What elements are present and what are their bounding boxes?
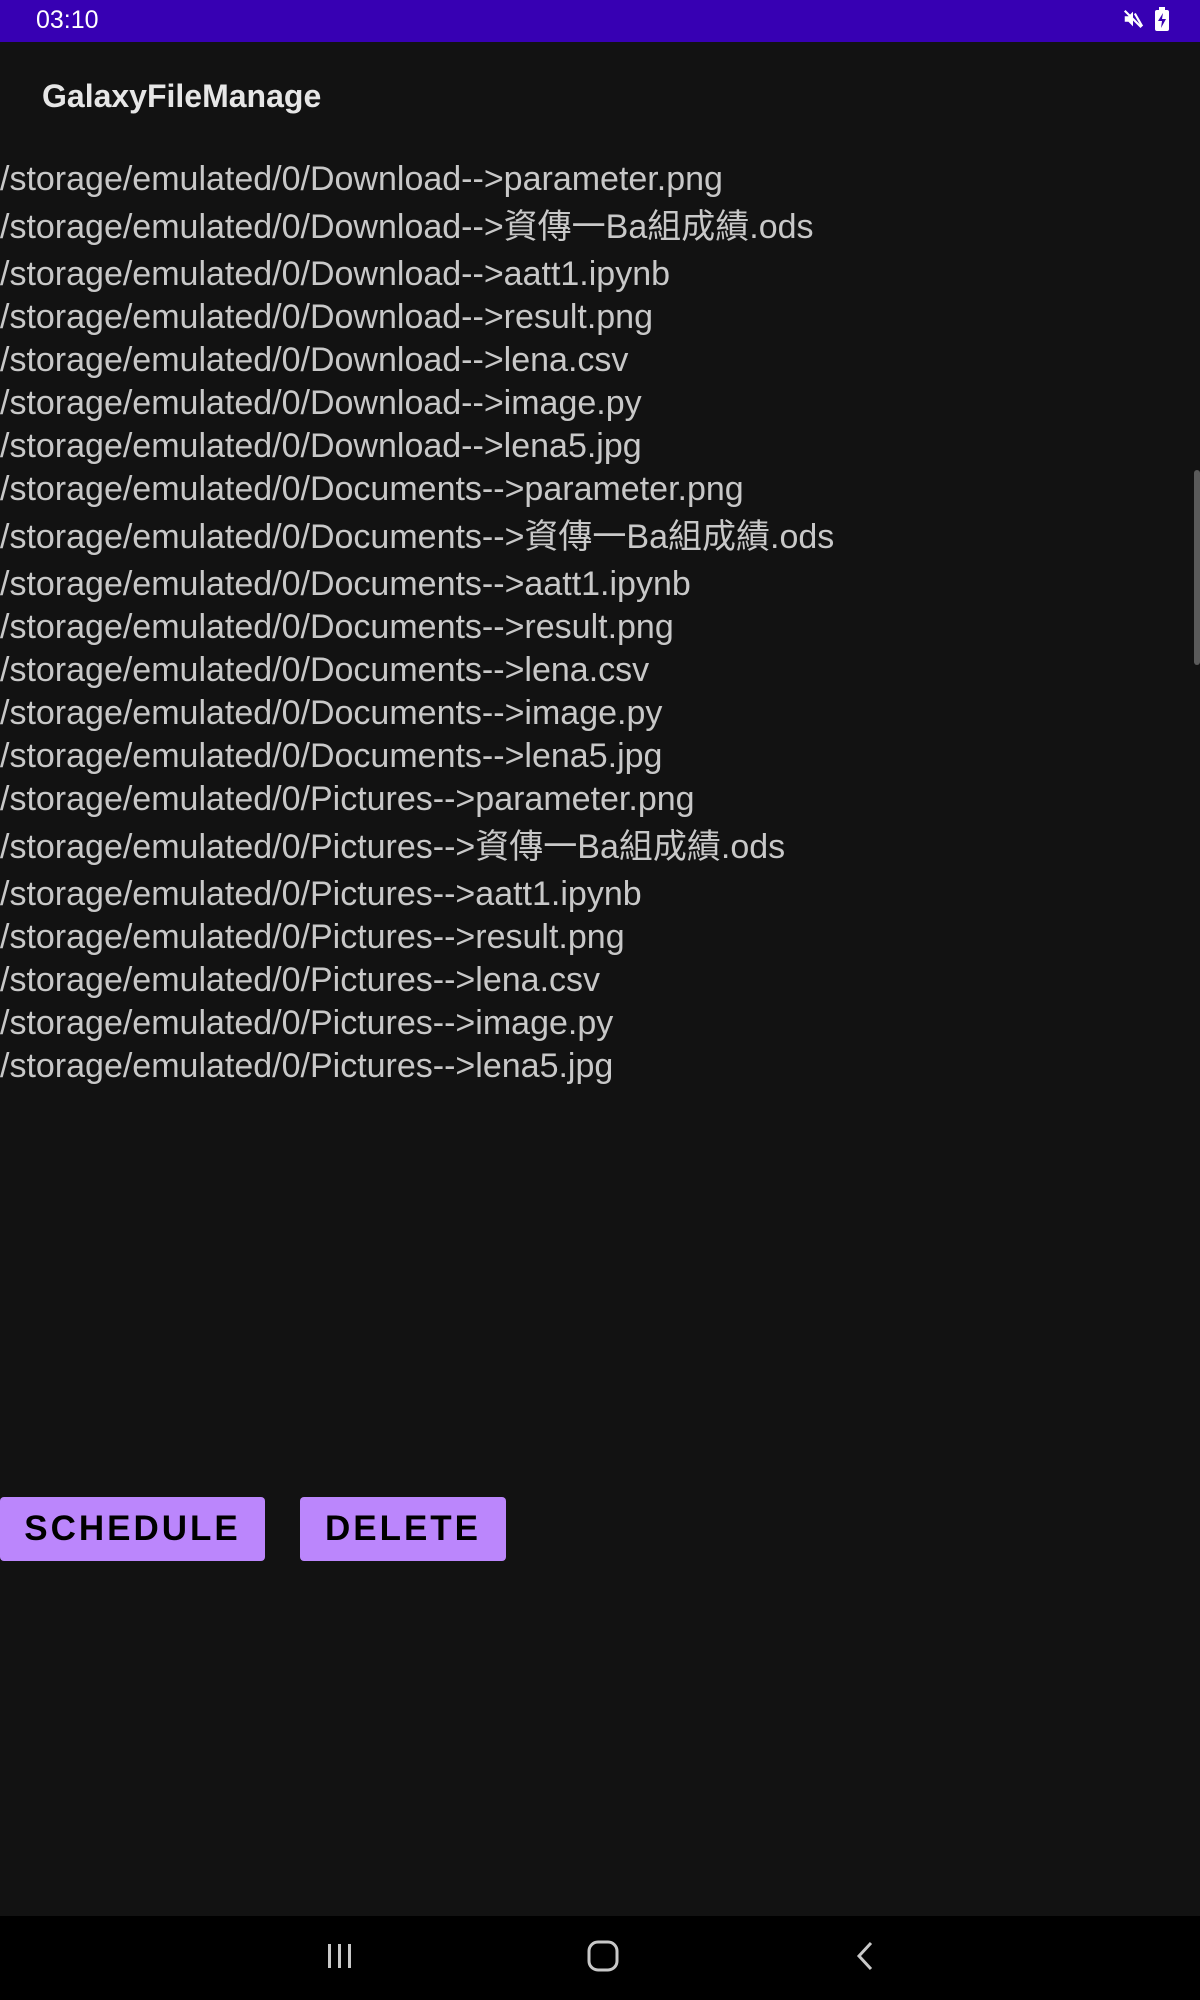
file-list-item: /storage/emulated/0/Download-->lena.csv: [0, 341, 629, 379]
file-list-item: /storage/emulated/0/Documents-->result.p…: [0, 608, 674, 646]
file-list-item: /storage/emulated/0/Pictures-->資傳一Ba組成績.…: [0, 828, 786, 866]
navigation-bar: [0, 1916, 1200, 2000]
mute-icon: [1122, 8, 1144, 30]
file-list-item: /storage/emulated/0/Documents-->資傳一Ba組成績…: [0, 518, 835, 556]
file-list-item: /storage/emulated/0/Documents-->image.py: [0, 694, 663, 732]
file-list-item: /storage/emulated/0/Download-->資傳一Ba組成績.…: [0, 208, 814, 246]
file-list-item: /storage/emulated/0/Download-->image.py: [0, 384, 642, 422]
back-icon: [853, 1940, 877, 1977]
file-list-item: /storage/emulated/0/Pictures-->aatt1.ipy…: [0, 875, 642, 913]
file-list-item: /storage/emulated/0/Download-->aatt1.ipy…: [0, 255, 671, 293]
scrollbar[interactable]: [1194, 470, 1200, 665]
file-list-item: /storage/emulated/0/Pictures-->result.pn…: [0, 918, 625, 956]
delete-button[interactable]: DELETE: [300, 1497, 506, 1561]
recents-icon: [324, 1941, 356, 1976]
app-title: GalaxyFileManage: [42, 78, 322, 114]
file-list: /storage/emulated/0/Download-->parameter…: [0, 158, 1190, 1088]
file-list-item: /storage/emulated/0/Documents-->lena.csv: [0, 651, 650, 689]
schedule-button[interactable]: SCHEDULE: [0, 1497, 265, 1561]
battery-charging-icon: [1154, 7, 1170, 31]
file-list-item: /storage/emulated/0/Pictures-->lena5.jpg: [0, 1047, 614, 1085]
home-button[interactable]: [553, 1916, 653, 2000]
back-button[interactable]: [815, 1916, 915, 2000]
home-icon: [586, 1939, 620, 1978]
file-list-item: /storage/emulated/0/Documents-->paramete…: [0, 470, 744, 508]
file-list-item: /storage/emulated/0/Pictures-->image.py: [0, 1004, 614, 1042]
file-list-item: /storage/emulated/0/Documents-->aatt1.ip…: [0, 565, 691, 603]
file-list-item: /storage/emulated/0/Pictures-->lena.csv: [0, 961, 601, 999]
file-list-item: /storage/emulated/0/Pictures-->parameter…: [0, 780, 695, 818]
file-list-item: /storage/emulated/0/Download-->lena5.jpg: [0, 427, 642, 465]
recents-button[interactable]: [290, 1916, 390, 2000]
file-list-item: /storage/emulated/0/Download-->result.pn…: [0, 298, 653, 336]
file-list-item: /storage/emulated/0/Documents-->lena5.jp…: [0, 737, 663, 775]
status-time: 03:10: [36, 6, 99, 34]
status-bar: 03:10: [0, 0, 1200, 42]
file-list-item: /storage/emulated/0/Download-->parameter…: [0, 160, 723, 198]
status-icons: [1122, 7, 1170, 31]
